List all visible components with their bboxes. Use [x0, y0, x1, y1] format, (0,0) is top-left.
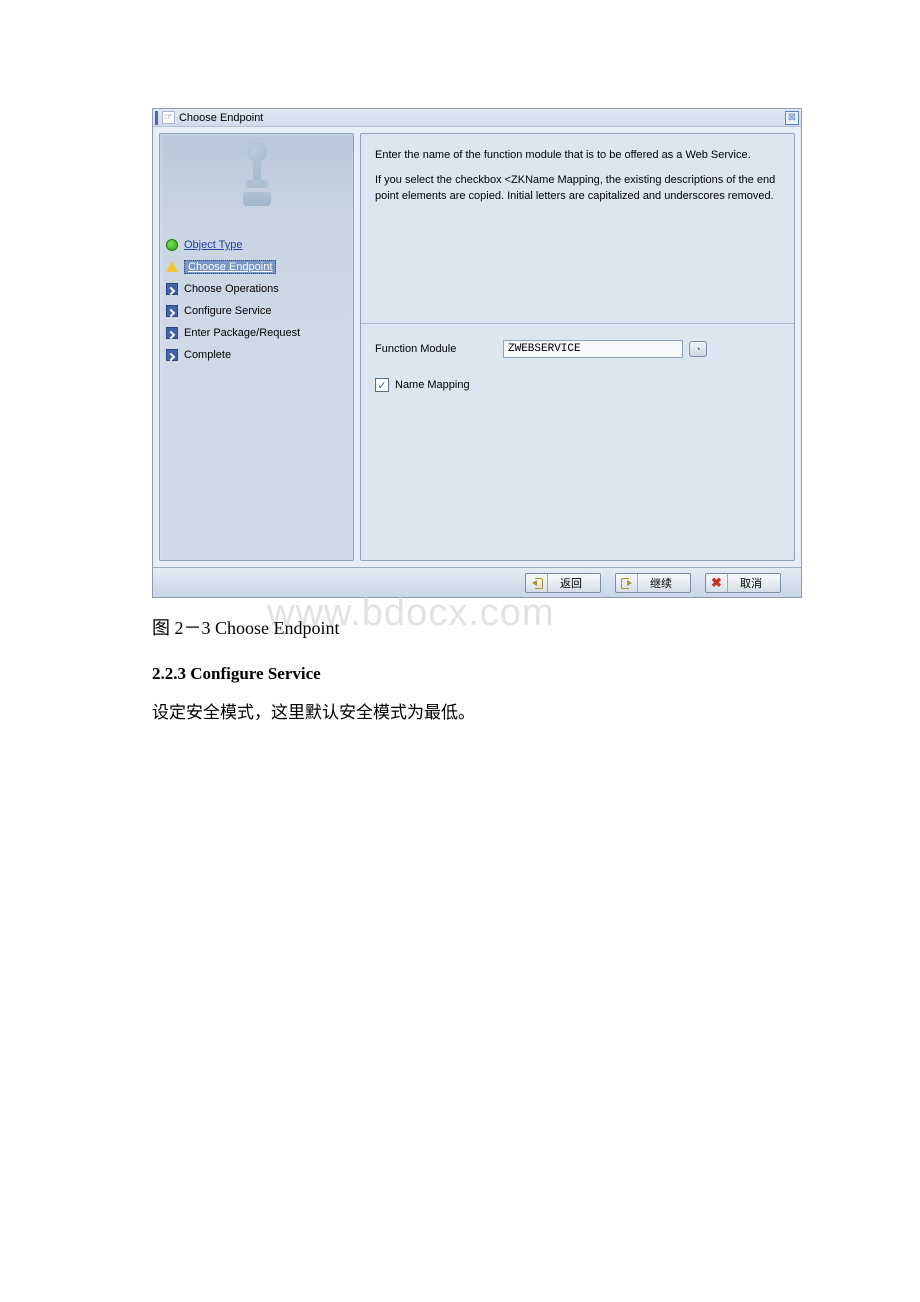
description-para-1: Enter the name of the function module th… [375, 148, 780, 163]
cancel-icon: ✖ [706, 574, 728, 592]
status-todo-icon [166, 305, 178, 317]
step-label: Choose Operations [184, 283, 279, 295]
name-mapping-label: Name Mapping [395, 379, 470, 391]
wizard-sidebar: Object Type Choose Endpoint Choose Opera… [159, 133, 354, 561]
step-label: Configure Service [184, 305, 271, 317]
value-help-icon[interactable]: ◔ [689, 341, 707, 357]
continue-icon [616, 574, 638, 592]
function-module-input[interactable] [503, 340, 683, 358]
close-icon[interactable]: ⊠ [785, 111, 799, 125]
cancel-button[interactable]: ✖ 取消 [705, 573, 781, 593]
status-todo-icon [166, 283, 178, 295]
status-active-icon [166, 261, 178, 272]
step-label: Enter Package/Request [184, 327, 300, 339]
form-area: Function Module ◔ ✓ Name Mapping [361, 324, 794, 408]
continue-button[interactable]: 继续 [615, 573, 691, 593]
status-todo-icon [166, 327, 178, 339]
step-label[interactable]: Object Type [184, 239, 243, 251]
step-configure-service: Configure Service [160, 300, 353, 322]
status-ok-icon [166, 239, 178, 251]
step-list: Object Type Choose Endpoint Choose Opera… [160, 234, 353, 366]
cancel-button-label: 取消 [728, 575, 780, 591]
title-accent [155, 111, 158, 125]
wizard-decor-icon [241, 142, 273, 222]
back-icon [526, 574, 548, 592]
description-para-2: If you select the checkbox <ZKName Mappi… [375, 173, 780, 204]
content-pane: Enter the name of the function module th… [360, 133, 795, 561]
name-mapping-row[interactable]: ✓ Name Mapping [375, 378, 780, 392]
step-choose-endpoint[interactable]: Choose Endpoint [160, 256, 353, 278]
sap-wizard-window: ☞ Choose Endpoint ⊠ Object Type Choose E… [152, 108, 802, 598]
function-module-label: Function Module [375, 343, 493, 355]
step-object-type[interactable]: Object Type [160, 234, 353, 256]
name-mapping-checkbox[interactable]: ✓ [375, 378, 389, 392]
figure-caption: 图 2－3 Choose Endpoint [152, 618, 340, 638]
title-bar: ☞ Choose Endpoint ⊠ [153, 109, 801, 127]
main-area: Object Type Choose Endpoint Choose Opera… [153, 127, 801, 567]
step-label: Complete [184, 349, 231, 361]
description-area: Enter the name of the function module th… [361, 134, 794, 324]
step-choose-operations: Choose Operations [160, 278, 353, 300]
back-button[interactable]: 返回 [525, 573, 601, 593]
figure-caption-block: www.bdocx.com 图 2－3 Choose Endpoint [152, 614, 770, 640]
function-module-row: Function Module ◔ [375, 340, 780, 358]
function-module-field-wrap: ◔ [503, 340, 707, 358]
title-left: ☞ Choose Endpoint [155, 111, 263, 125]
step-enter-package: Enter Package/Request [160, 322, 353, 344]
status-todo-icon [166, 349, 178, 361]
body-paragraph: 设定安全模式，这里默认安全模式为最低。 [152, 698, 770, 723]
step-label: Choose Endpoint [184, 260, 276, 274]
sap-logo-icon: ☞ [162, 111, 175, 124]
continue-button-label: 继续 [638, 575, 690, 591]
back-button-label: 返回 [548, 575, 600, 591]
section-heading: 2.2.3 Configure Service [152, 664, 770, 684]
step-complete: Complete [160, 344, 353, 366]
window-title: Choose Endpoint [179, 112, 263, 124]
